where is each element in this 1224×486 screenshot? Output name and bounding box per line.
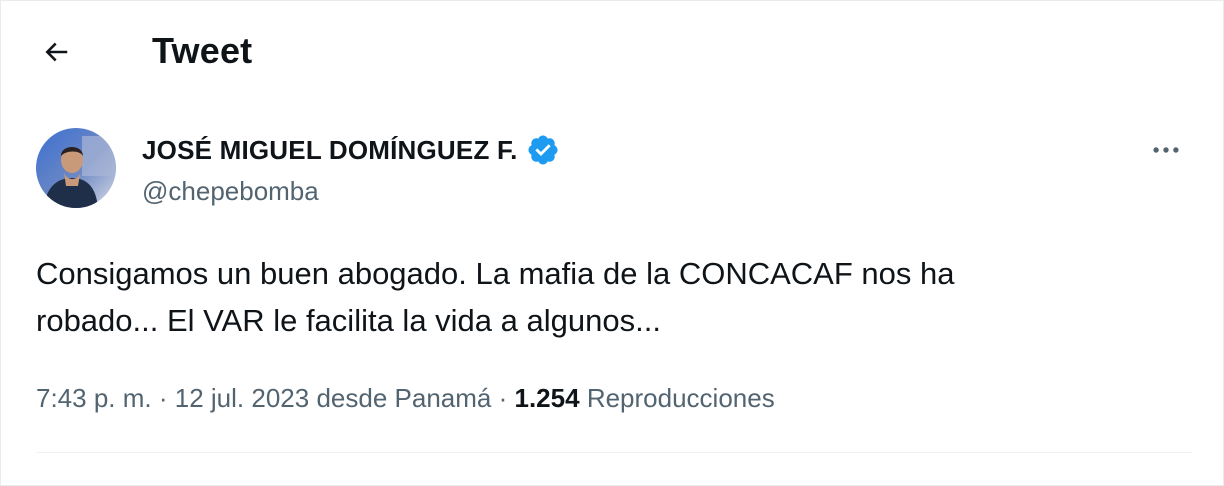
divider — [36, 452, 1192, 453]
avatar[interactable] — [36, 128, 116, 208]
arrow-left-icon — [45, 42, 68, 62]
back-button[interactable] — [32, 28, 80, 76]
views-label: Reproducciones — [586, 383, 775, 413]
meta-separator: · — [498, 383, 508, 413]
meta-separator: · — [158, 383, 168, 413]
tweet-location: desde Panamá — [316, 383, 492, 413]
tweet-text: Consigamos un buen abogado. La mafia de … — [36, 250, 1156, 344]
tweet-text-line: Consigamos un buen abogado. La mafia de … — [36, 256, 955, 291]
profile-photo — [36, 128, 116, 208]
author-name[interactable]: JOSÉ MIGUEL DOMÍNGUEZ F. — [142, 135, 518, 166]
page-title: Tweet — [152, 30, 253, 71]
tweet-metadata: 7:43 p. m. · 12 jul. 2023 desde Panamá ·… — [36, 378, 775, 418]
author-name-row[interactable]: JOSÉ MIGUEL DOMÍNGUEZ F. — [142, 130, 560, 170]
more-options-button[interactable] — [1144, 128, 1188, 172]
tweet-time[interactable]: 7:43 p. m. — [36, 383, 152, 413]
views-count[interactable]: 1.254 — [515, 383, 580, 413]
verified-badge-icon[interactable] — [526, 133, 560, 167]
more-horizontal-icon — [1153, 147, 1179, 153]
tweet-text-line: robado... El VAR le facilita la vida a a… — [36, 303, 661, 338]
author-handle[interactable]: @chepebomba — [142, 174, 319, 208]
top-header: Tweet — [0, 0, 1224, 100]
tweet-date[interactable]: 12 jul. 2023 — [175, 383, 309, 413]
